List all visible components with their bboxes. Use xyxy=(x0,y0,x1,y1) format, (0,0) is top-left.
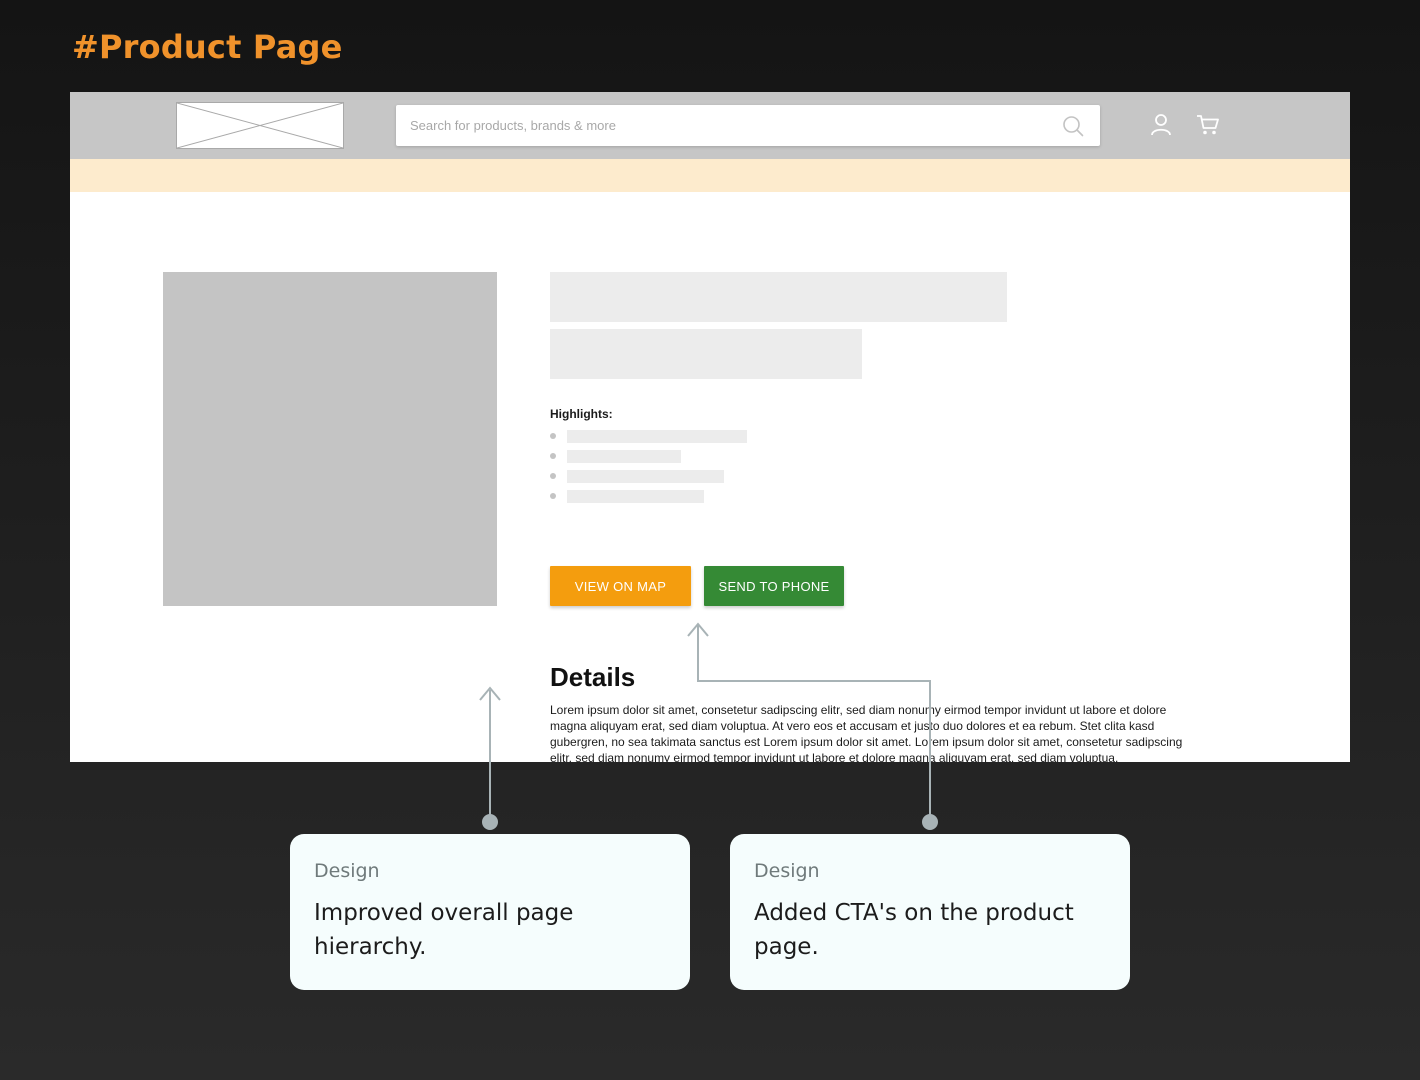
product-subtitle-placeholder xyxy=(550,329,862,379)
highlight-bullet xyxy=(550,473,556,479)
highlight-line-placeholder xyxy=(567,450,681,463)
annotation-card-cta: Design Added CTA's on the product page. xyxy=(730,834,1130,990)
annotation-card-hierarchy: Design Improved overall page hierarchy. xyxy=(290,834,690,990)
header-bar xyxy=(70,92,1350,159)
image-placeholder-icon xyxy=(177,103,343,148)
details-heading: Details xyxy=(550,662,636,692)
annotation-tag: Design xyxy=(754,860,820,882)
promo-strip xyxy=(70,159,1350,192)
search-bar xyxy=(396,105,1100,146)
product-image-placeholder[interactable] xyxy=(163,272,497,606)
send-to-phone-button[interactable]: SEND TO PHONE xyxy=(704,566,844,606)
logo-placeholder[interactable] xyxy=(176,102,344,149)
details-paragraph: Lorem ipsum dolor sit amet, consetetur s… xyxy=(550,703,1183,762)
highlight-bullet xyxy=(550,433,556,439)
highlight-bullet xyxy=(550,493,556,499)
highlight-line-placeholder xyxy=(567,490,704,503)
search-icon[interactable] xyxy=(1062,115,1084,137)
cart-icon[interactable] xyxy=(1196,114,1220,136)
product-page-mockup: Highlights: VIEW ON MAP SEND TO PHONE De… xyxy=(70,92,1350,762)
annotation-text: Improved overall page hierarchy. xyxy=(314,900,574,960)
annotation-text: Added CTA's on the product page. xyxy=(754,900,1074,960)
highlight-line-placeholder xyxy=(567,430,747,443)
annotation-tag: Design xyxy=(314,860,380,882)
highlight-bullet xyxy=(550,453,556,459)
search-input[interactable] xyxy=(396,105,1046,146)
user-icon[interactable] xyxy=(1150,113,1172,137)
view-on-map-button[interactable]: VIEW ON MAP xyxy=(550,566,691,606)
highlight-line-placeholder xyxy=(567,470,724,483)
page-title: #Product Page xyxy=(72,28,343,66)
highlights-label: Highlights: xyxy=(550,407,613,421)
product-title-placeholder xyxy=(550,272,1007,322)
